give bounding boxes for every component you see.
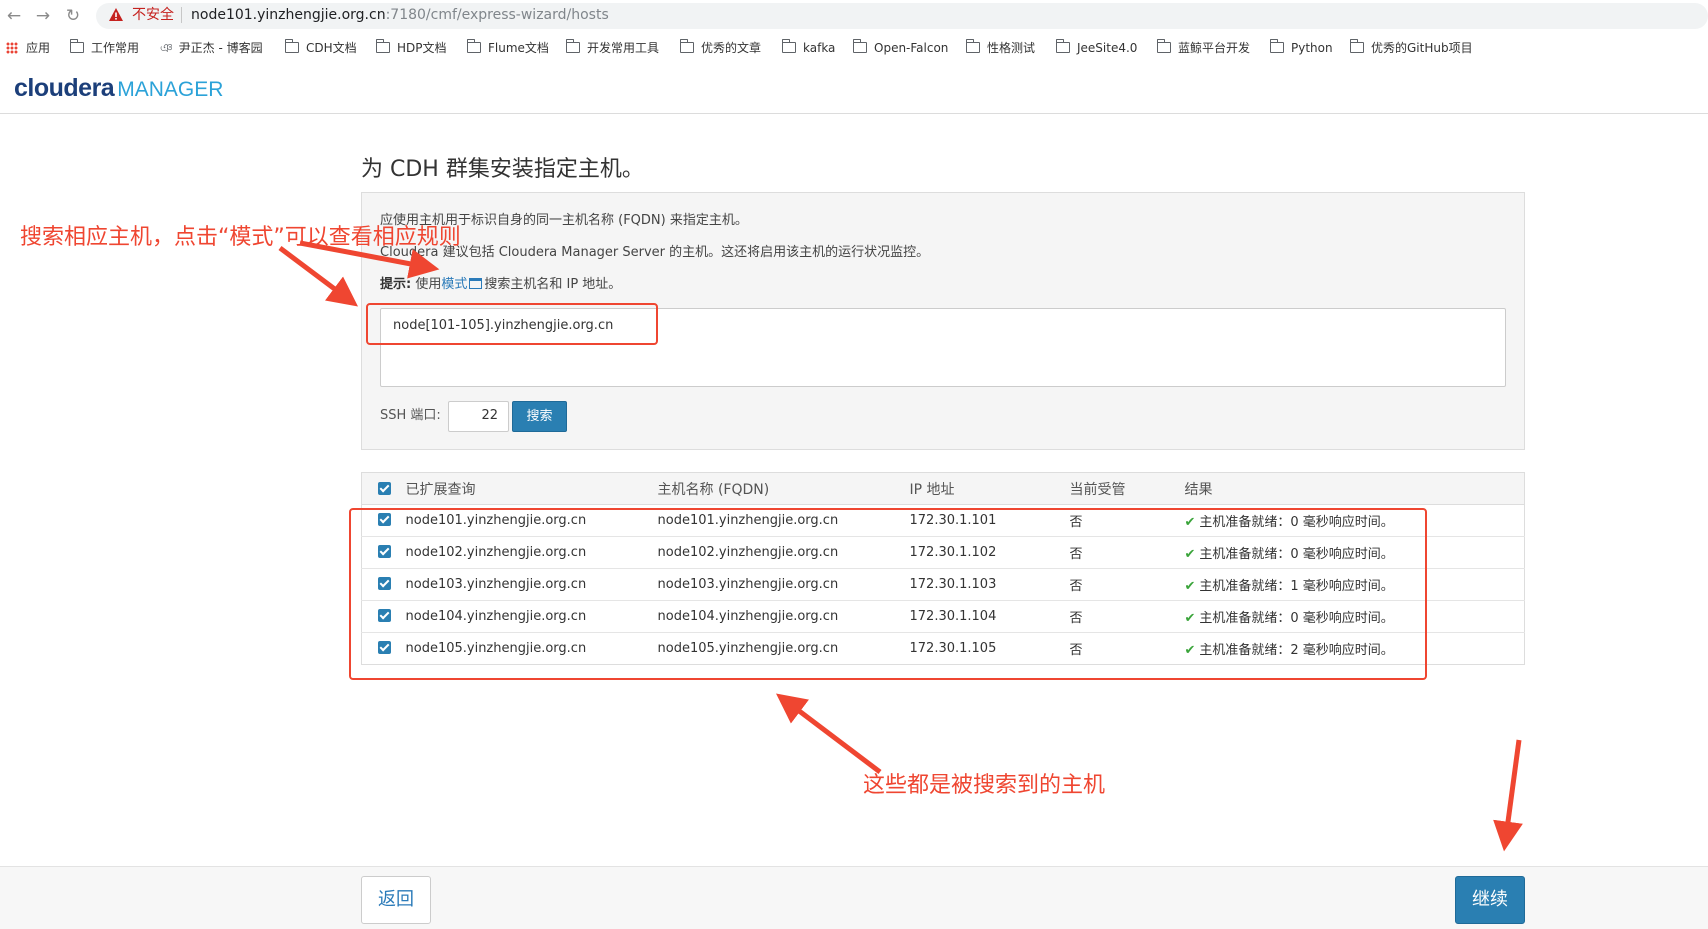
url-divider (181, 7, 182, 23)
pattern-link[interactable]: 模式 (441, 277, 467, 292)
url-host: node101.yinzhengjie.org.cn (191, 7, 386, 23)
bookmark-label: 工作常用 (91, 41, 140, 55)
bookmark-folder[interactable]: JeeSite4.0 (1056, 39, 1138, 56)
cloudera-logo[interactable]: cloudera MANAGER (14, 74, 223, 103)
bookmark-label: 开发常用工具 (587, 41, 660, 55)
bookmark-label: 蓝鲸平台开发 (1178, 41, 1251, 55)
folder-icon (467, 39, 481, 53)
column-header[interactable]: 已扩展查询 (405, 472, 658, 505)
bookmark-folder[interactable]: 优秀的文章 (680, 39, 762, 56)
bookmark-link[interactable]: ঞ 尹正杰 - 博客园 (160, 40, 263, 56)
hint-label: 提示: (380, 277, 412, 292)
table-header-row: 已扩展查询 主机名称 (FQDN) IP 地址 当前受管 结果 (361, 472, 1525, 505)
security-label: 不安全 (132, 7, 174, 23)
apps-grid-icon (6, 42, 18, 54)
folder-icon (680, 39, 694, 53)
annotation-box-pattern (366, 303, 658, 345)
hint-line: 提示: 使用模式 搜索主机名和 IP 地址。 (380, 276, 621, 294)
ssh-port-label: SSH 端口: (380, 408, 441, 423)
bookmark-label: 优秀的文章 (701, 41, 762, 55)
column-header[interactable]: IP 地址 (909, 472, 1070, 505)
bookmark-label: HDP文档 (397, 41, 447, 55)
folder-icon (285, 39, 299, 53)
bookmark-label: 性格测试 (987, 41, 1036, 55)
annotation-box-hosts (349, 508, 1427, 680)
bookmark-folder[interactable]: 开发常用工具 (566, 39, 660, 56)
bookmark-folder[interactable]: 优秀的GitHub项目 (1350, 39, 1473, 56)
folder-icon (70, 39, 84, 53)
annotation-hosts-note: 这些都是被搜索到的主机 (863, 773, 1106, 798)
bookmark-folder[interactable]: Python (1270, 39, 1333, 56)
instruction-line-2: Cloudera 建议包括 Cloudera Manager Server 的主… (380, 245, 930, 260)
folder-icon (853, 39, 867, 53)
column-header[interactable]: 主机名称 (FQDN) (657, 472, 910, 505)
page-title: 为 CDH 群集安装指定主机。 (361, 157, 644, 182)
continue-button[interactable]: 继续 (1455, 876, 1525, 924)
bookmark-label: 应用 (26, 41, 51, 55)
select-all-checkbox[interactable] (378, 481, 391, 495)
folder-icon (1270, 39, 1284, 53)
bookmark-label: 尹正杰 - 博客园 (178, 41, 263, 55)
bookmark-folder[interactable]: Open-Falcon (853, 39, 949, 56)
ssh-port-input[interactable]: 22 (448, 401, 509, 432)
bookmark-folder[interactable]: Flume文档 (467, 39, 549, 56)
bookmark-apps[interactable]: 应用 (6, 40, 50, 56)
folder-icon (782, 39, 796, 53)
browser-toolbar: ← → ↻ 不安全 node101.yinzhengjie.org.cn:718… (0, 0, 1708, 32)
blog-icon: ঞ (160, 41, 173, 55)
arrow-to-textarea (278, 246, 358, 307)
forward-arrow-icon[interactable]: → (33, 6, 53, 26)
annotation-arrows (278, 240, 1523, 852)
wizard-footer: 返回 继续 (0, 866, 1708, 929)
arrow-to-hosts (776, 693, 882, 774)
bookmark-label: Flume文档 (488, 41, 549, 55)
bookmark-folder[interactable]: 蓝鲸平台开发 (1157, 39, 1251, 56)
back-button[interactable]: 返回 (361, 876, 431, 924)
folder-icon (1157, 39, 1171, 53)
bookmark-label: Open-Falcon (874, 41, 949, 55)
search-button[interactable]: 搜索 (512, 401, 567, 432)
bookmarks-bar: 应用 工作常用 ঞ 尹正杰 - 博客园 CDH文档 HDP文档 Flume文档 开… (0, 32, 1708, 62)
folder-icon (1056, 39, 1070, 53)
column-header[interactable]: 结果 (1184, 472, 1525, 505)
logo-sub-text: MANAGER (117, 78, 224, 101)
bookmark-folder[interactable]: CDH文档 (285, 39, 357, 56)
bookmark-label: 优秀的GitHub项目 (1371, 41, 1473, 55)
bookmark-label: CDH文档 (306, 41, 357, 55)
bookmark-folder[interactable]: kafka (782, 39, 836, 56)
annotation-search-note: 搜索相应主机，点击“模式”可以查看相应规则 (20, 225, 461, 250)
column-header[interactable]: 当前受管 (1069, 472, 1185, 505)
url-text[interactable]: node101.yinzhengjie.org.cn:7180/cmf/expr… (191, 7, 609, 23)
bookmark-folder[interactable]: HDP文档 (376, 39, 447, 56)
folder-icon (566, 39, 580, 53)
reload-icon[interactable]: ↻ (63, 6, 83, 26)
arrow-to-continue (1493, 739, 1523, 852)
bookmark-label: kafka (803, 41, 836, 55)
bookmark-folder[interactable]: 性格测试 (966, 39, 1036, 56)
hint-post-text: 搜索主机名和 IP 地址。 (484, 277, 622, 292)
app-header: cloudera MANAGER (0, 62, 1708, 114)
folder-icon (966, 39, 980, 53)
popup-window-icon[interactable] (469, 278, 483, 289)
bookmark-folder[interactable]: 工作常用 (70, 39, 140, 56)
bookmark-label: JeeSite4.0 (1077, 41, 1138, 55)
bookmark-label: Python (1291, 41, 1333, 55)
folder-icon (376, 39, 390, 53)
folder-icon (1350, 39, 1364, 53)
logo-main-text: cloudera (14, 74, 115, 102)
url-path: :7180/cmf/express-wizard/hosts (385, 7, 609, 23)
warning-icon (109, 8, 123, 21)
hint-pre-text: 使用 (411, 277, 442, 292)
back-arrow-icon[interactable]: ← (4, 6, 24, 26)
select-all-cell (361, 472, 406, 505)
